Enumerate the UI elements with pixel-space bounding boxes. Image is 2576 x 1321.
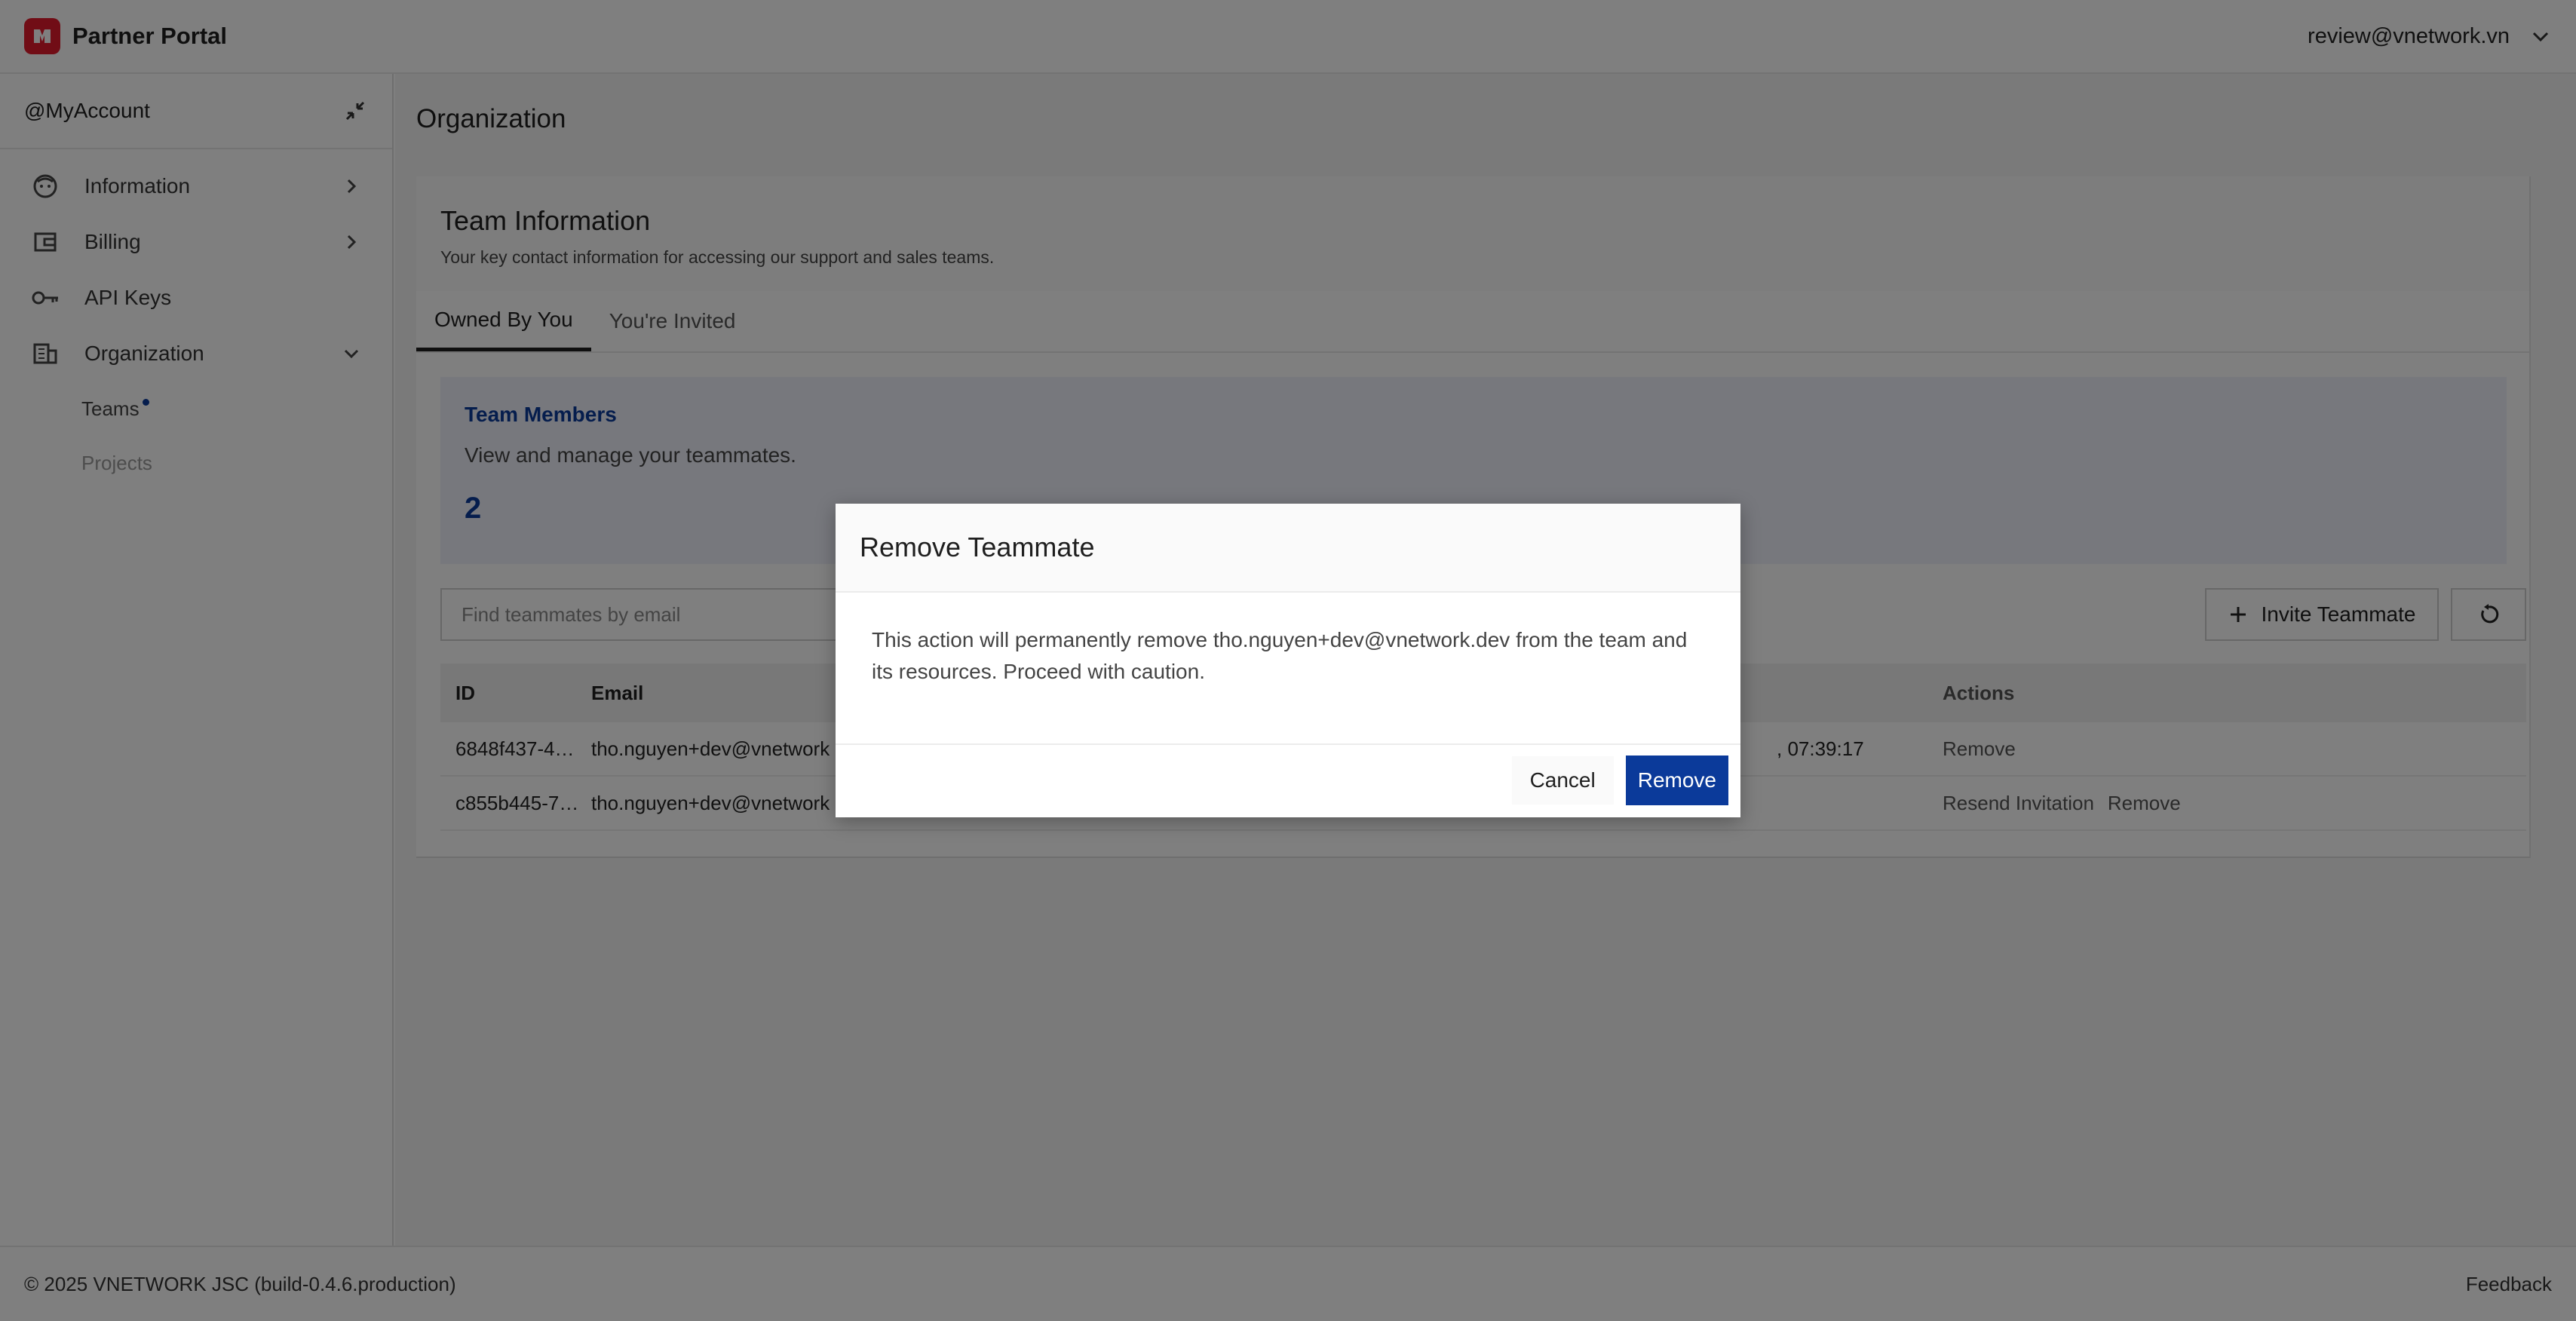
- dialog-title: Remove Teammate: [836, 504, 1740, 593]
- cancel-button[interactable]: Cancel: [1511, 756, 1614, 805]
- dialog-message: This action will permanently remove tho.…: [872, 628, 1688, 683]
- dialog-footer: Cancel Remove: [836, 743, 1740, 816]
- remove-button[interactable]: Remove: [1625, 756, 1728, 805]
- remove-teammate-dialog: Remove Teammate This action will permane…: [836, 504, 1740, 817]
